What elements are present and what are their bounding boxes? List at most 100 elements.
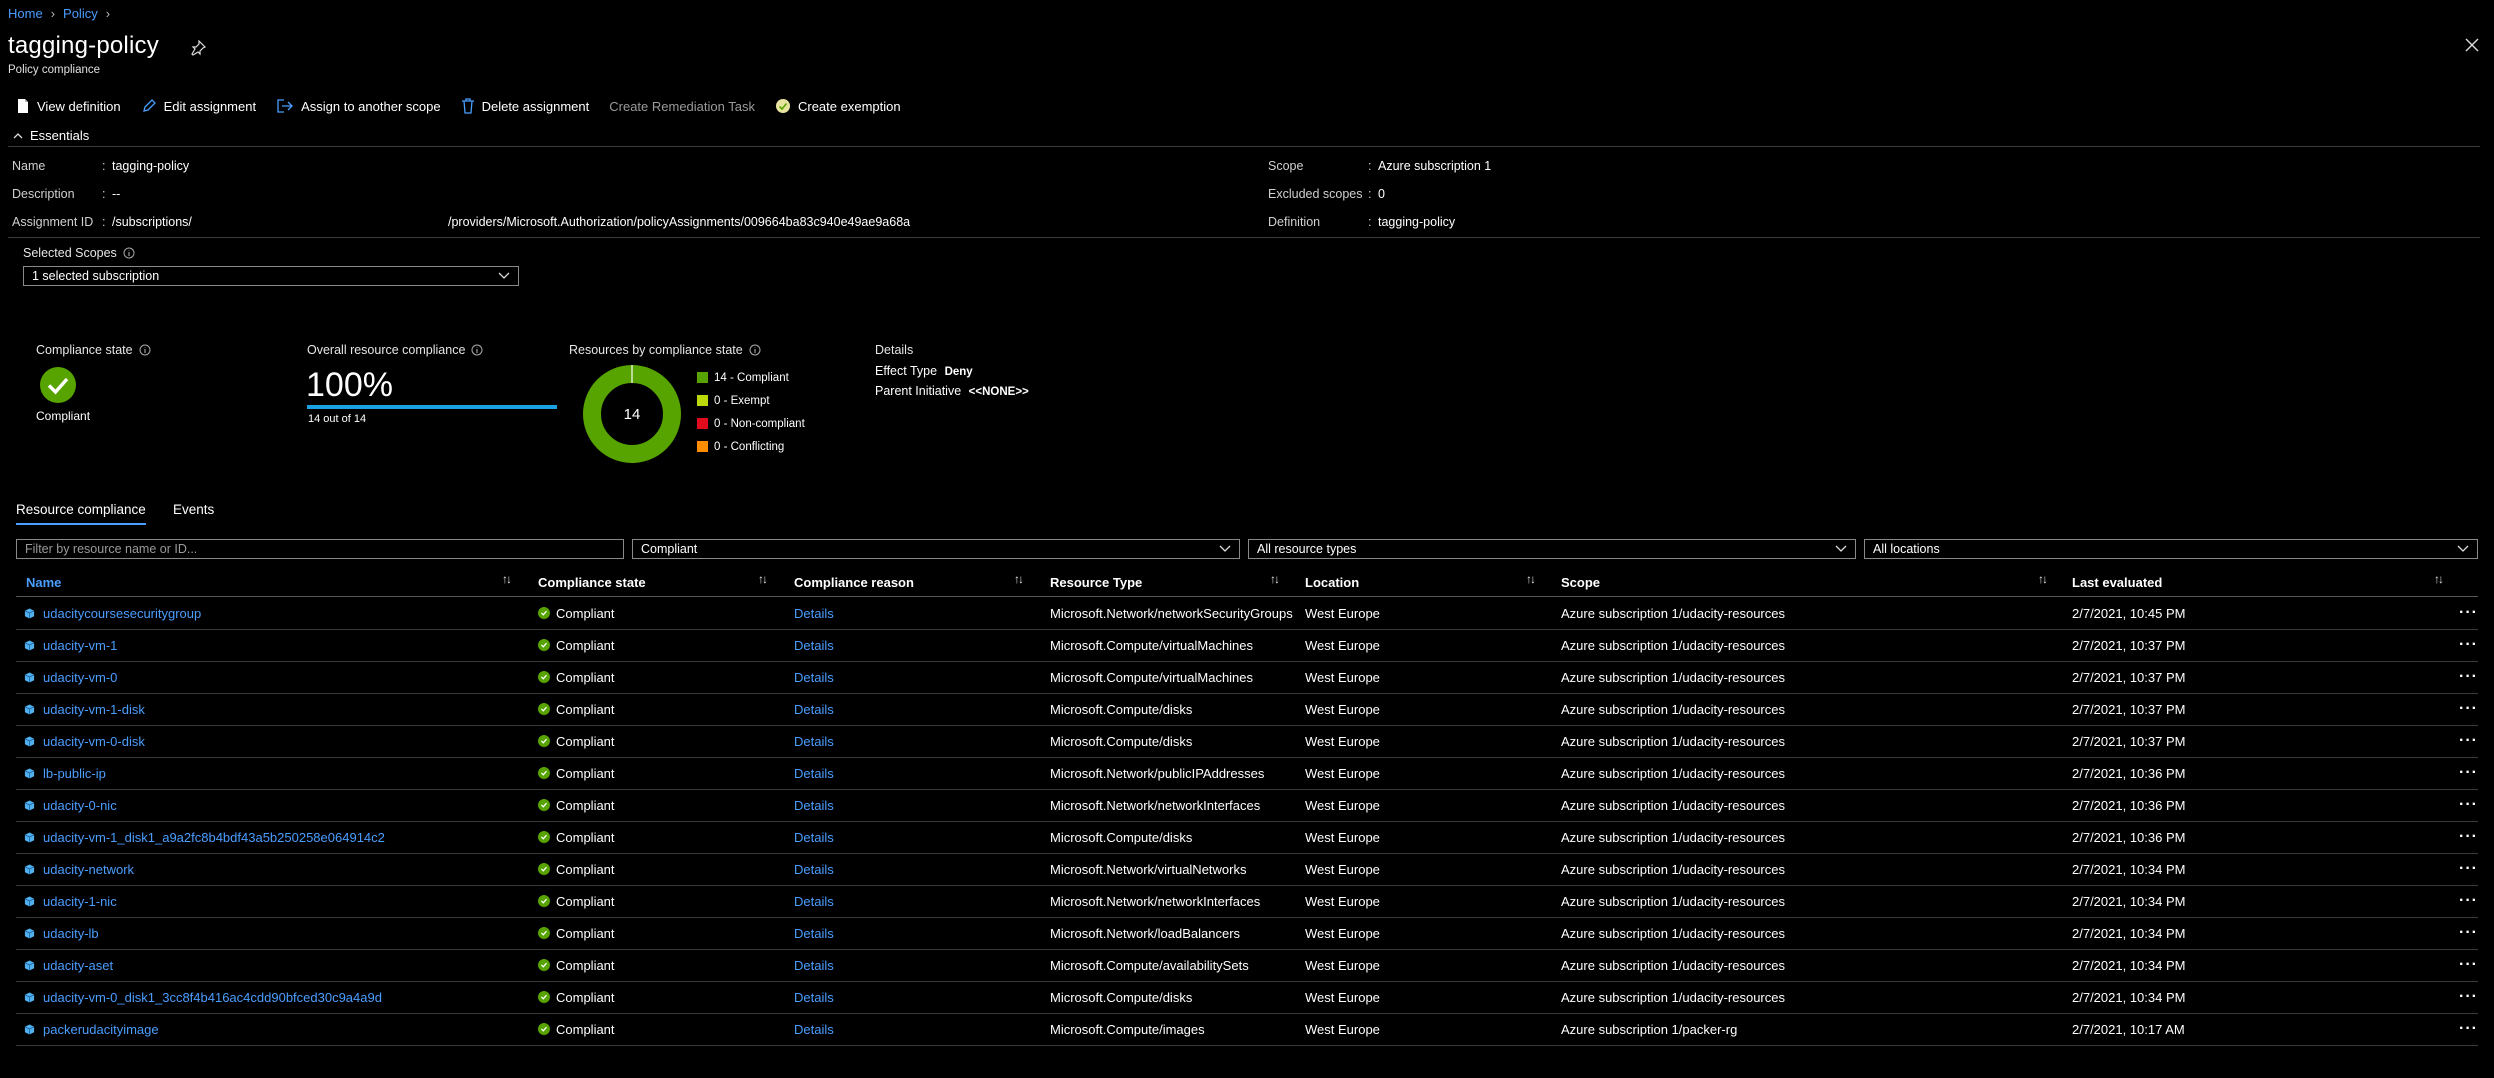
resource-name-link[interactable]: udacity-vm-0-disk <box>43 725 145 757</box>
resource-name-link[interactable]: udacity-vm-1 <box>43 629 117 661</box>
table-row[interactable]: lb-public-ip Compliant Details Microsoft… <box>16 757 2478 790</box>
legend-conflicting[interactable]: 0 - Conflicting <box>697 435 805 458</box>
column-header-location[interactable]: Location <box>1305 572 1359 592</box>
info-icon[interactable] <box>471 344 483 356</box>
resource-name-link[interactable]: udacity-lb <box>43 917 99 949</box>
details-link[interactable]: Details <box>794 597 834 629</box>
table-row[interactable]: udacity-0-nic Compliant Details Microsof… <box>16 789 2478 822</box>
more-icon[interactable]: ··· <box>2459 725 2478 757</box>
details-link[interactable]: Details <box>794 661 834 693</box>
create-exemption-button[interactable]: Create exemption <box>775 98 901 114</box>
sort-icon[interactable]: ↑↓ <box>2038 572 2048 586</box>
details-link[interactable]: Details <box>794 629 834 661</box>
table-row[interactable]: udacity-vm-1-disk Compliant Details Micr… <box>16 693 2478 726</box>
info-icon[interactable] <box>123 247 135 259</box>
sort-icon[interactable]: ↑↓ <box>2434 572 2444 586</box>
last-evaluated-cell: 2/7/2021, 10:34 PM <box>2072 957 2186 973</box>
resource-name-link[interactable]: udacity-0-nic <box>43 789 117 821</box>
resource-name-link[interactable]: udacity-1-nic <box>43 885 117 917</box>
sort-icon[interactable]: ↑↓ <box>1270 572 1280 586</box>
selected-scopes-dropdown[interactable]: 1 selected subscription <box>23 266 519 286</box>
table-row[interactable]: udacity-vm-1_disk1_a9a2fc8b4bdf43a5b2502… <box>16 821 2478 854</box>
more-icon[interactable]: ··· <box>2459 981 2478 1013</box>
resource-name-link[interactable]: udacity-vm-0 <box>43 661 117 693</box>
table-row[interactable]: udacity-1-nic Compliant Details Microsof… <box>16 885 2478 918</box>
details-link[interactable]: Details <box>794 949 834 981</box>
info-icon[interactable] <box>749 344 761 356</box>
table-row[interactable]: udacity-vm-0 Compliant Details Microsoft… <box>16 661 2478 694</box>
table-row[interactable]: udacitycoursesecuritygroup Compliant Det… <box>16 597 2478 630</box>
legend-exempt[interactable]: 0 - Exempt <box>697 389 805 412</box>
sort-icon[interactable]: ↑↓ <box>502 572 512 586</box>
resource-name-link[interactable]: udacity-vm-1-disk <box>43 693 145 725</box>
resource-name-link[interactable]: lb-public-ip <box>43 757 106 789</box>
sort-icon[interactable]: ↑↓ <box>1014 572 1024 586</box>
edit-assignment-button[interactable]: Edit assignment <box>141 98 256 114</box>
more-icon[interactable]: ··· <box>2459 597 2478 629</box>
details-link[interactable]: Details <box>794 725 834 757</box>
details-link[interactable]: Details <box>794 1013 834 1045</box>
column-header-name[interactable]: Name <box>26 572 61 592</box>
details-link[interactable]: Details <box>794 789 834 821</box>
assign-scope-label: Assign to another scope <box>301 98 441 114</box>
check-circle-icon <box>538 607 550 619</box>
column-header-state[interactable]: Compliance state <box>538 572 646 592</box>
details-link[interactable]: Details <box>794 821 834 853</box>
table-row[interactable]: udacity-vm-1 Compliant Details Microsoft… <box>16 629 2478 662</box>
more-icon[interactable]: ··· <box>2459 1013 2478 1045</box>
essentials-toggle[interactable]: Essentials <box>12 128 89 143</box>
more-icon[interactable]: ··· <box>2459 757 2478 789</box>
create-remediation-button[interactable]: Create Remediation Task <box>609 99 755 114</box>
more-icon[interactable]: ··· <box>2459 821 2478 853</box>
more-icon[interactable]: ··· <box>2459 789 2478 821</box>
more-icon[interactable]: ··· <box>2459 949 2478 981</box>
breadcrumb-home[interactable]: Home <box>8 6 43 21</box>
more-icon[interactable]: ··· <box>2459 917 2478 949</box>
resource-name-link[interactable]: packerudacityimage <box>43 1013 159 1045</box>
close-icon[interactable] <box>2464 36 2480 59</box>
details-link[interactable]: Details <box>794 693 834 725</box>
tab-events[interactable]: Events <box>173 502 214 517</box>
column-header-scope[interactable]: Scope <box>1561 572 1600 592</box>
resource-name-link[interactable]: udacity-vm-0_disk1_3cc8f4b416ac4cdd90bfc… <box>43 981 382 1013</box>
table-row[interactable]: udacity-vm-0_disk1_3cc8f4b416ac4cdd90bfc… <box>16 981 2478 1014</box>
table-row[interactable]: udacity-vm-0-disk Compliant Details Micr… <box>16 725 2478 758</box>
column-header-evaluated[interactable]: Last evaluated <box>2072 572 2162 592</box>
more-icon[interactable]: ··· <box>2459 853 2478 885</box>
sort-icon[interactable]: ↑↓ <box>758 572 768 586</box>
location-filter-dropdown[interactable]: All locations <box>1864 539 2478 559</box>
assign-scope-button[interactable]: Assign to another scope <box>276 98 441 114</box>
tab-resource-compliance[interactable]: Resource compliance <box>16 502 146 525</box>
resource-name-link[interactable]: udacity-network <box>43 853 134 885</box>
column-header-type[interactable]: Resource Type <box>1050 572 1142 592</box>
details-link[interactable]: Details <box>794 981 834 1013</box>
table-row[interactable]: packerudacityimage Compliant Details Mic… <box>16 1013 2478 1046</box>
resource-name-link[interactable]: udacity-aset <box>43 949 113 981</box>
column-header-reason[interactable]: Compliance reason <box>794 572 914 592</box>
delete-assignment-button[interactable]: Delete assignment <box>461 98 589 114</box>
resource-filter-input[interactable] <box>16 539 624 559</box>
resource-name-link[interactable]: udacity-vm-1_disk1_a9a2fc8b4bdf43a5b2502… <box>43 821 385 853</box>
table-row[interactable]: udacity-lb Compliant Details Microsoft.N… <box>16 917 2478 950</box>
pin-icon[interactable] <box>190 40 206 56</box>
page-title: tagging-policy <box>8 32 159 60</box>
sort-icon[interactable]: ↑↓ <box>1526 572 1536 586</box>
info-icon[interactable] <box>139 344 151 356</box>
view-definition-button[interactable]: View definition <box>16 98 121 114</box>
breadcrumb-policy[interactable]: Policy <box>63 6 98 21</box>
details-link[interactable]: Details <box>794 757 834 789</box>
details-link[interactable]: Details <box>794 917 834 949</box>
compliance-filter-dropdown[interactable]: Compliant <box>632 539 1240 559</box>
more-icon[interactable]: ··· <box>2459 885 2478 917</box>
table-row[interactable]: udacity-aset Compliant Details Microsoft… <box>16 949 2478 982</box>
more-icon[interactable]: ··· <box>2459 661 2478 693</box>
legend-compliant[interactable]: 14 - Compliant <box>697 366 805 389</box>
more-icon[interactable]: ··· <box>2459 629 2478 661</box>
more-icon[interactable]: ··· <box>2459 693 2478 725</box>
details-link[interactable]: Details <box>794 853 834 885</box>
legend-noncompliant[interactable]: 0 - Non-compliant <box>697 412 805 435</box>
resource-type-filter-dropdown[interactable]: All resource types <box>1248 539 1856 559</box>
table-row[interactable]: udacity-network Compliant Details Micros… <box>16 853 2478 886</box>
resource-name-link[interactable]: udacitycoursesecuritygroup <box>43 597 201 629</box>
details-link[interactable]: Details <box>794 885 834 917</box>
